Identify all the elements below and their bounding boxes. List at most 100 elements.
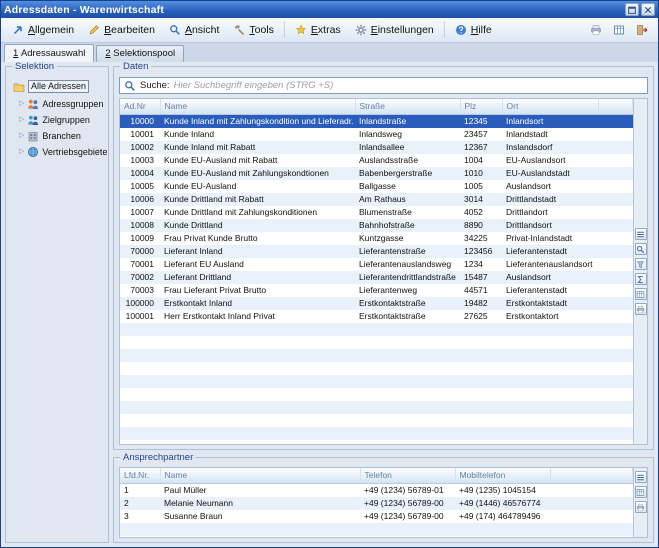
title-bar[interactable]: Adressdaten - Warenwirtschaft: [1, 1, 658, 18]
column-header-telefon[interactable]: Telefon: [360, 468, 455, 483]
close-button[interactable]: [641, 3, 655, 16]
menu-item-bearbeiten[interactable]: Bearbeiten: [81, 21, 162, 39]
cell: 23457: [460, 128, 502, 141]
exit-button[interactable]: [632, 21, 652, 40]
menu-item-label: Einstellungen: [371, 24, 434, 36]
cell: Kunde EU-Ausland: [160, 180, 355, 193]
cell: Erstkontakt Inland: [160, 297, 355, 310]
printer-button[interactable]: [586, 21, 606, 40]
cell: 10004: [120, 167, 160, 180]
column-header-plz[interactable]: Plz: [460, 99, 502, 114]
cell: 70001: [120, 258, 160, 271]
cell: 2: [120, 497, 160, 510]
tree-item-vertriebsgebiete[interactable]: ▷Vertriebsgebiete: [11, 144, 103, 160]
table-row[interactable]: 10001Kunde InlandInlandsweg23457Inlandst…: [120, 128, 633, 141]
cell: +49 (174) 464789496: [455, 510, 550, 523]
table-row[interactable]: 10007Kunde Drittland mit Zahlungskonditi…: [120, 206, 633, 219]
search-input[interactable]: [174, 80, 643, 91]
cell: Blumenstraße: [355, 206, 460, 219]
cell: Inlandsort: [502, 115, 598, 128]
expander-icon[interactable]: ▷: [19, 132, 24, 140]
table-row[interactable]: 10006Kunde Drittland mit RabattAm Rathau…: [120, 193, 633, 206]
cell: Ballgasse: [355, 180, 460, 193]
search-button[interactable]: [635, 243, 647, 255]
column-header-stra-e[interactable]: Straße: [355, 99, 460, 114]
grid-button[interactable]: [635, 288, 647, 300]
menu-item-einstellungen[interactable]: Einstellungen: [348, 21, 441, 39]
cell: Kunde Drittland: [160, 219, 355, 232]
table-row[interactable]: 100001Herr Erstkontakt Inland PrivatErst…: [120, 310, 633, 323]
table-row[interactable]: 10009Frau Privat Kunde BruttoKuntzgasse3…: [120, 232, 633, 245]
menu-items: Allgemein Bearbeiten Ansicht Tools Extras Ein…: [5, 18, 499, 42]
window-title: Adressdaten - Warenwirtschaft: [4, 4, 623, 16]
column-header-mobiltelefon[interactable]: Mobiltelefon: [455, 468, 550, 483]
expander-icon[interactable]: ▷: [19, 148, 24, 156]
table-row[interactable]: 3Susanne Braun+49 (1234) 56789-00+49 (17…: [120, 510, 633, 523]
ansprech-header: Lfd.Nr.NameTelefonMobiltelefon: [120, 468, 633, 483]
column-header-ad-nr[interactable]: Ad.Nr: [120, 99, 160, 114]
tab-selektionspool[interactable]: 2 Selektionspool: [96, 45, 184, 62]
table-row[interactable]: 70001Lieferant EU AuslandLieferantenausl…: [120, 258, 633, 271]
table-row[interactable]: 10005Kunde EU-AuslandBallgasse1005Auslan…: [120, 180, 633, 193]
menu-separator: [444, 22, 445, 38]
tree-item-zielgruppen[interactable]: ▷Zielgruppen: [11, 112, 103, 128]
cell: +49 (1234) 56789-01: [360, 484, 455, 497]
tree-item-branchen[interactable]: ▷Branchen: [11, 128, 103, 144]
ansprech-body-area[interactable]: 1Paul Müller+49 (1234) 56789-01+49 (1235…: [120, 484, 633, 538]
cell: Kunde Inland mit Zahlungskondition und L…: [160, 115, 355, 128]
cell: [598, 245, 633, 258]
tree-root-alle-adressen[interactable]: Alle Adressen: [11, 79, 103, 94]
grid-button[interactable]: [635, 486, 647, 498]
table-row[interactable]: 10004Kunde EU-Ausland mit Zahlungskondti…: [120, 167, 633, 180]
menu-item-label: Hilfe: [471, 24, 492, 36]
table-row[interactable]: 10000Kunde Inland mit Zahlungskondition …: [120, 115, 633, 128]
tree-item-adressgruppen[interactable]: ▷Adressgruppen: [11, 96, 103, 112]
search-bar[interactable]: Suche:: [119, 77, 648, 94]
printer-button[interactable]: [635, 303, 647, 315]
menu-item-extras[interactable]: Extras: [288, 21, 348, 39]
menu-item-allgemein[interactable]: Allgemein: [5, 21, 81, 39]
maximize-button[interactable]: [625, 3, 639, 16]
cell: 12345: [460, 115, 502, 128]
column-header-blank[interactable]: [598, 99, 633, 114]
tab-adressauswahl[interactable]: 1 Adressauswahl: [4, 44, 94, 62]
cell: Inlandsweg: [355, 128, 460, 141]
tab-strip: 1 Adressauswahl2 Selektionspool: [1, 43, 658, 62]
cell: 15487: [460, 271, 502, 284]
printer-button[interactable]: [635, 501, 647, 513]
rows-button[interactable]: [635, 228, 647, 240]
table-row[interactable]: 70002Lieferant DrittlandLieferantendritt…: [120, 271, 633, 284]
table-row[interactable]: 2Melanie Neumann+49 (1234) 56789-00+49 (…: [120, 497, 633, 510]
menu-item-tools[interactable]: Tools: [226, 21, 281, 39]
menu-item-label: Ansicht: [185, 24, 219, 36]
menu-item-hilfe[interactable]: Hilfe: [448, 21, 499, 39]
table-row[interactable]: 70003Frau Lieferant Privat BruttoLiefera…: [120, 284, 633, 297]
sum-button[interactable]: [635, 273, 647, 285]
filter-button[interactable]: [635, 258, 647, 270]
expander-icon[interactable]: ▷: [19, 116, 24, 124]
column-header-name[interactable]: Name: [160, 468, 360, 483]
table-row[interactable]: 10002Kunde Inland mit RabattInlandsallee…: [120, 141, 633, 154]
column-header-ort[interactable]: Ort: [502, 99, 598, 114]
cell: Bahnhofstraße: [355, 219, 460, 232]
column-header-lfd-nr-[interactable]: Lfd.Nr.: [120, 468, 160, 483]
column-header-name[interactable]: Name: [160, 99, 355, 114]
daten-body-area[interactable]: 10000Kunde Inland mit Zahlungskondition …: [120, 115, 633, 445]
menu-item-ansicht[interactable]: Ansicht: [162, 21, 226, 39]
rows-button[interactable]: [635, 471, 647, 483]
table-row[interactable]: 1Paul Müller+49 (1234) 56789-01+49 (1235…: [120, 484, 633, 497]
column-header-blank[interactable]: [550, 468, 633, 483]
table-row[interactable]: 70000Lieferant InlandLieferantenstraße12…: [120, 245, 633, 258]
menu-item-label: Allgemein: [28, 24, 74, 36]
menu-item-label: Bearbeiten: [104, 24, 155, 36]
expander-icon[interactable]: ▷: [19, 100, 24, 108]
table-row[interactable]: 10008Kunde DrittlandBahnhofstraße8890Dri…: [120, 219, 633, 232]
cell: 27625: [460, 310, 502, 323]
search-label: Suche:: [140, 80, 170, 91]
cell: 70002: [120, 271, 160, 284]
table-row[interactable]: 10003Kunde EU-Ausland mit RabattAuslands…: [120, 154, 633, 167]
right-column: Daten Suche: Ad.NrNameStraßePlzOrt: [113, 66, 654, 543]
grid-button[interactable]: [609, 21, 629, 40]
daten-table-main: Ad.NrNameStraßePlzOrt 10000Kunde Inland …: [120, 99, 633, 444]
table-row[interactable]: 100000Erstkontakt InlandErstkontaktstraß…: [120, 297, 633, 310]
